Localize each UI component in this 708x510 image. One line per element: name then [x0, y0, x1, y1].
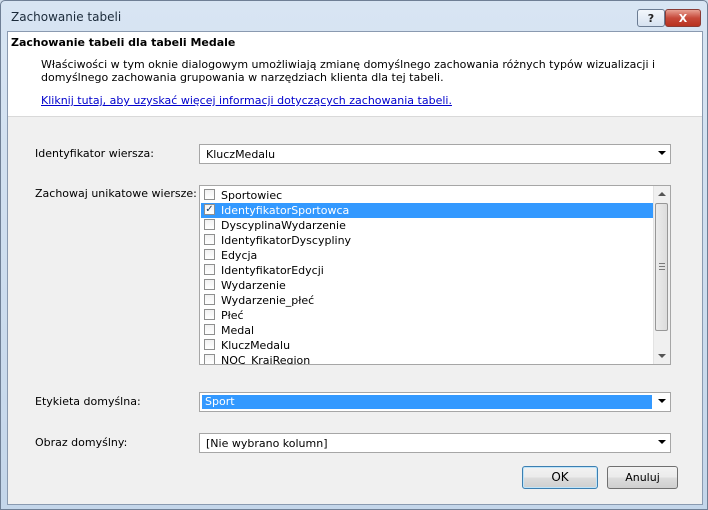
list-item[interactable]: DyscyplinaWydarzenie: [201, 218, 656, 233]
default-label-label: Etykieta domyślna:: [35, 395, 141, 408]
scroll-down-button[interactable]: [654, 348, 670, 364]
list-item-label: Edycja: [221, 249, 258, 262]
chevron-down-icon[interactable]: [658, 399, 666, 403]
list-item-label: IdentyfikatorEdycji: [221, 264, 324, 277]
checkbox-checked-icon[interactable]: ✓: [204, 204, 215, 215]
scroll-down-icon: [658, 354, 666, 358]
default-label-dropdown[interactable]: Sport: [199, 392, 671, 412]
checkbox-icon[interactable]: [204, 249, 215, 260]
cancel-button[interactable]: Anuluj: [607, 466, 678, 489]
header-panel: Zachowanie tabeli dla tabeli Medale Właś…: [8, 32, 702, 117]
chevron-down-icon[interactable]: [658, 440, 666, 444]
checkbox-icon[interactable]: [204, 219, 215, 230]
unique-rows-listbox[interactable]: Sportowiec ✓ IdentyfikatorSportowca Dyscypl…: [199, 185, 671, 365]
checkbox-icon[interactable]: [204, 309, 215, 320]
row-identifier-label: Identyfikator wiersza:: [35, 147, 154, 160]
chevron-down-icon[interactable]: [658, 151, 666, 155]
list-item-label: Wydarzenie: [221, 279, 286, 292]
list-item[interactable]: Płeć: [201, 308, 656, 323]
list-item[interactable]: Medal: [201, 323, 656, 338]
list-item-label: KluczMedalu: [221, 339, 291, 352]
list-item-label: DyscyplinaWydarzenie: [221, 219, 346, 232]
dialog-window: Zachowanie tabeli ? X Zachowanie tabeli …: [0, 0, 708, 510]
default-label-value: Sport: [202, 395, 652, 409]
list-item[interactable]: KluczMedalu: [201, 338, 656, 353]
list-item[interactable]: IdentyfikatorDyscypliny: [201, 233, 656, 248]
checkbox-icon[interactable]: [204, 234, 215, 245]
help-button[interactable]: ?: [637, 9, 665, 27]
header-description: Właściwości w tym oknie dialogowym umożl…: [41, 58, 656, 84]
list-item[interactable]: Wydarzenie: [201, 278, 656, 293]
title-bar[interactable]: Zachowanie tabeli ? X: [1, 1, 707, 31]
row-identifier-value: KluczMedalu: [206, 148, 276, 161]
thumb-grip-icon: [659, 266, 665, 267]
checkbox-icon[interactable]: [204, 324, 215, 335]
list-item[interactable]: NOC_KrajRegion: [201, 353, 656, 365]
checkbox-icon[interactable]: [204, 339, 215, 350]
checkbox-icon[interactable]: [204, 294, 215, 305]
checkbox-icon[interactable]: [204, 279, 215, 290]
scroll-up-icon: [658, 192, 666, 196]
thumb-grip-icon: [659, 263, 665, 264]
checkbox-icon[interactable]: [204, 354, 215, 364]
unique-rows-label: Zachowaj unikatowe wiersze:: [35, 187, 197, 200]
close-button[interactable]: X: [665, 9, 701, 27]
list-item-label: Medal: [221, 324, 255, 337]
list-item-label: IdentyfikatorSportowca: [221, 204, 350, 217]
list-item-label: NOC_KrajRegion: [221, 354, 311, 365]
close-icon: X: [678, 12, 688, 25]
vertical-scrollbar[interactable]: [653, 186, 670, 364]
list-item[interactable]: Edycja: [201, 248, 656, 263]
scrollbar-thumb[interactable]: [655, 203, 668, 331]
dialog-body: Zachowanie tabeli dla tabeli Medale Właś…: [7, 31, 703, 505]
list-item[interactable]: IdentyfikatorEdycji: [201, 263, 656, 278]
help-icon: ?: [647, 12, 655, 25]
list-item[interactable]: Sportowiec: [201, 188, 656, 203]
help-link[interactable]: Kliknij tutaj, aby uzyskać więcej inform…: [41, 94, 452, 107]
list-item-label: IdentyfikatorDyscypliny: [221, 234, 352, 247]
list-item-label: Wydarzenie_płeć: [221, 294, 315, 307]
list-item[interactable]: Wydarzenie_płeć: [201, 293, 656, 308]
thumb-grip-icon: [659, 269, 665, 270]
default-image-label: Obraz domyślny:: [35, 436, 128, 449]
window-title: Zachowanie tabeli: [11, 10, 122, 24]
default-image-dropdown[interactable]: [Nie wybrano kolumn]: [199, 433, 671, 453]
scroll-up-button[interactable]: [654, 186, 670, 202]
header-title: Zachowanie tabeli dla tabeli Medale: [11, 36, 236, 49]
list-item-label: Płeć: [221, 309, 244, 322]
row-identifier-dropdown[interactable]: KluczMedalu: [199, 144, 671, 164]
checkbox-icon[interactable]: [204, 189, 215, 200]
ok-button[interactable]: OK: [522, 466, 598, 489]
list-item-label: Sportowiec: [221, 189, 283, 202]
default-image-value: [Nie wybrano kolumn]: [206, 437, 328, 450]
list-item[interactable]: ✓ IdentyfikatorSportowca: [201, 203, 656, 218]
checkbox-icon[interactable]: [204, 264, 215, 275]
